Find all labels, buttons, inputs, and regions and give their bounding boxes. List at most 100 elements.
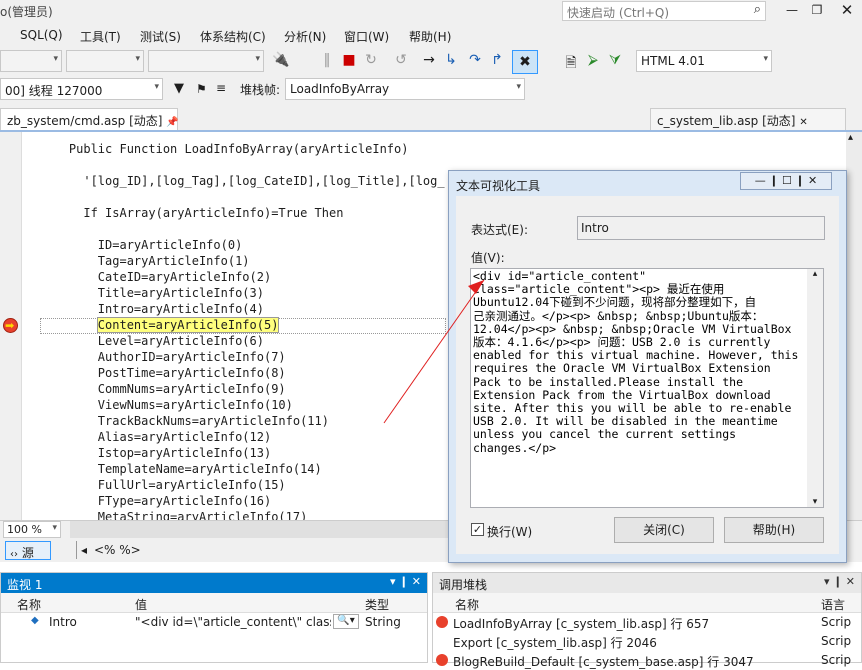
restore-icon[interactable]: ❐ [800,0,834,22]
show-next-icon[interactable]: ↺ [392,52,410,68]
code-text[interactable]: PostTime=aryArticleInfo(8) [98,366,286,380]
menu-architecture[interactable]: 体系结构(C) [200,28,266,45]
code-text[interactable]: Content=aryArticleInfo(5) [96,317,280,333]
code-line[interactable]: Istop=aryArticleInfo(13) [40,445,271,461]
code-line[interactable]: TemplateName=aryArticleInfo(14) [40,461,322,477]
code-text[interactable]: MetaString=aryArticleInfo(17) [98,510,308,520]
thread-combo[interactable]: 00] 线程 127000 ▾ [0,78,163,100]
nav-prev-icon[interactable]: ◂ [76,541,91,559]
step-into-icon[interactable]: ↳ [442,52,460,68]
panel-controls-icon[interactable]: ▾ ❙ ✕ [824,575,855,588]
wrap-checkbox[interactable]: ✓ [471,523,484,536]
code-text[interactable]: Alias=aryArticleInfo(12) [98,430,271,444]
code-text[interactable]: TemplateName=aryArticleInfo(14) [98,462,322,476]
close-window-icon[interactable]: ✕ [830,0,862,22]
code-line[interactable]: Level=aryArticleInfo(6) [40,333,264,349]
stack-frame-combo[interactable]: LoadInfoByArray ▾ [285,78,525,100]
pin-icon[interactable]: 📌 [166,117,178,128]
menu-sql[interactable]: SQL(Q) [20,28,63,42]
close-button[interactable]: 关闭(C) [614,517,714,543]
code-text[interactable]: CommNums=aryArticleInfo(9) [98,382,286,396]
code-text[interactable]: CateID=aryArticleInfo(2) [98,270,271,284]
menu-window[interactable]: 窗口(W) [344,28,389,45]
call-stack-row[interactable]: BlogReBuild_Default [c_system_base.asp] … [433,651,861,670]
column-language[interactable]: 语言 [821,596,845,613]
code-line[interactable]: Title=aryArticleInfo(3) [40,285,264,301]
wrap-label[interactable]: 换行(W) [487,523,532,540]
target-combo[interactable]: ▾ [148,50,264,72]
code-text[interactable]: If IsArray(aryArticleInfo)=True Then [83,206,343,220]
code-line[interactable]: If IsArray(aryArticleInfo)=True Then [40,205,343,221]
menu-analyze[interactable]: 分析(N) [284,28,326,45]
editor-vertical-scrollbar[interactable] [846,132,862,520]
attach-icon[interactable]: 🔌 [272,52,290,68]
filter-icon[interactable]: ▼ [174,81,184,96]
frame-name[interactable]: BlogReBuild_Default [c_system_base.asp] … [453,653,754,670]
column-name[interactable]: 名称 [17,596,41,613]
flag-icon[interactable]: ⚑ [196,82,207,96]
close-tab-icon[interactable]: ✕ [799,117,807,128]
code-text[interactable]: Istop=aryArticleInfo(13) [98,446,271,460]
zoom-combo[interactable]: 100 % ▾ [3,521,61,538]
code-line[interactable]: Alias=aryArticleInfo(12) [40,429,271,445]
code-line[interactable]: '[log_ID],[log_Tag],[log_CateID],[log_Ti… [40,173,444,189]
stop-icon[interactable]: ■ [340,52,358,68]
code-line[interactable]: PostTime=aryArticleInfo(8) [40,365,286,381]
code-text[interactable]: Title=aryArticleInfo(3) [98,286,264,300]
code-text[interactable]: AuthorID=aryArticleInfo(7) [98,350,286,364]
scroll-down-icon[interactable]: ▾ [807,497,823,507]
code-line[interactable]: ViewNums=aryArticleInfo(10) [40,397,293,413]
dialog-maximize-icon[interactable]: ☐ [782,174,792,187]
help-button[interactable]: 帮助(H) [724,517,824,543]
code-line[interactable]: AuthorID=aryArticleInfo(7) [40,349,286,365]
code-text[interactable]: '[log_ID],[log_Tag],[log_CateID],[log_Ti… [83,174,444,188]
code-line[interactable]: Public Function LoadInfoByArray(aryArtic… [40,141,409,157]
code-line[interactable]: Content=aryArticleInfo(5) [40,317,280,333]
frame-name[interactable]: LoadInfoByArray [c_system_lib.asp] 行 657 [453,615,709,632]
code-text[interactable]: Intro=aryArticleInfo(4) [98,302,264,316]
threads-icon[interactable]: ≡ [216,81,226,95]
uncomment-icon[interactable]: ⮛ [606,52,624,68]
search-icon[interactable]: ⌕ [754,2,761,17]
code-line[interactable]: CommNums=aryArticleInfo(9) [40,381,286,397]
document-icon[interactable]: 🗎 [562,52,580,76]
tab-cmd-asp[interactable]: zb_system/cmd.asp [动态] 📌 [0,108,179,130]
platform-combo[interactable]: ▾ [66,50,144,72]
quick-launch-input[interactable]: 快速启动 (Ctrl+Q) ⌕ [562,1,766,21]
hex-toggle-icon[interactable]: ✖ [512,50,538,74]
dialog-close-icon[interactable]: ✕ [808,174,817,187]
code-text[interactable]: ID=aryArticleInfo(0) [98,238,243,252]
frame-name[interactable]: Export [c_system_lib.asp] 行 2046 [453,634,657,651]
code-line[interactable]: Tag=aryArticleInfo(1) [40,253,250,269]
column-name[interactable]: 名称 [455,596,479,613]
call-stack-row[interactable]: LoadInfoByArray [c_system_lib.asp] 行 657… [433,613,861,632]
value-text[interactable]: <div id="article_content" class="article… [473,269,803,455]
watch-row[interactable]: ◆ Intro "<div id=\"article_content\" cla… [1,613,427,632]
step-over-icon[interactable]: ↷ [466,52,484,68]
panel-controls-icon[interactable]: ▾ ❙ ✕ [390,575,421,588]
code-text[interactable]: ViewNums=aryArticleInfo(10) [98,398,293,412]
doc-type-combo[interactable]: HTML 4.01 ▾ [636,50,772,72]
column-type[interactable]: 类型 [365,596,389,613]
call-stack-row[interactable]: Export [c_system_lib.asp] 行 2046 Scrip [433,632,861,651]
code-text[interactable]: FullUrl=aryArticleInfo(15) [98,478,286,492]
code-line[interactable]: CateID=aryArticleInfo(2) [40,269,271,285]
code-text[interactable]: Public Function LoadInfoByArray(aryArtic… [69,142,409,156]
watch-name[interactable]: Intro [49,615,77,629]
value-scrollbar[interactable]: ▴ ▾ [807,269,823,507]
code-text[interactable]: TrackBackNums=aryArticleInfo(11) [98,414,329,428]
editor-horizontal-scrollbar[interactable] [70,521,448,538]
visualizer-icon[interactable]: 🔍▾ [333,614,359,629]
menu-test[interactable]: 测试(S) [140,28,181,45]
code-line[interactable]: ID=aryArticleInfo(0) [40,237,243,253]
tab-c-system-lib[interactable]: c_system_lib.asp [动态] ✕ [650,108,846,130]
code-line[interactable]: Intro=aryArticleInfo(4) [40,301,264,317]
code-line[interactable]: TrackBackNums=aryArticleInfo(11) [40,413,329,429]
restart-icon[interactable]: ↻ [362,52,380,68]
pause-icon[interactable]: ‖ [318,52,336,68]
source-view-button[interactable]: ‹› 源 [5,541,51,560]
step-out-icon[interactable]: ↱ [488,52,506,68]
code-line[interactable]: FullUrl=aryArticleInfo(15) [40,477,286,493]
comment-icon[interactable]: ⮚ [584,52,602,68]
expression-field[interactable]: Intro [577,216,825,240]
